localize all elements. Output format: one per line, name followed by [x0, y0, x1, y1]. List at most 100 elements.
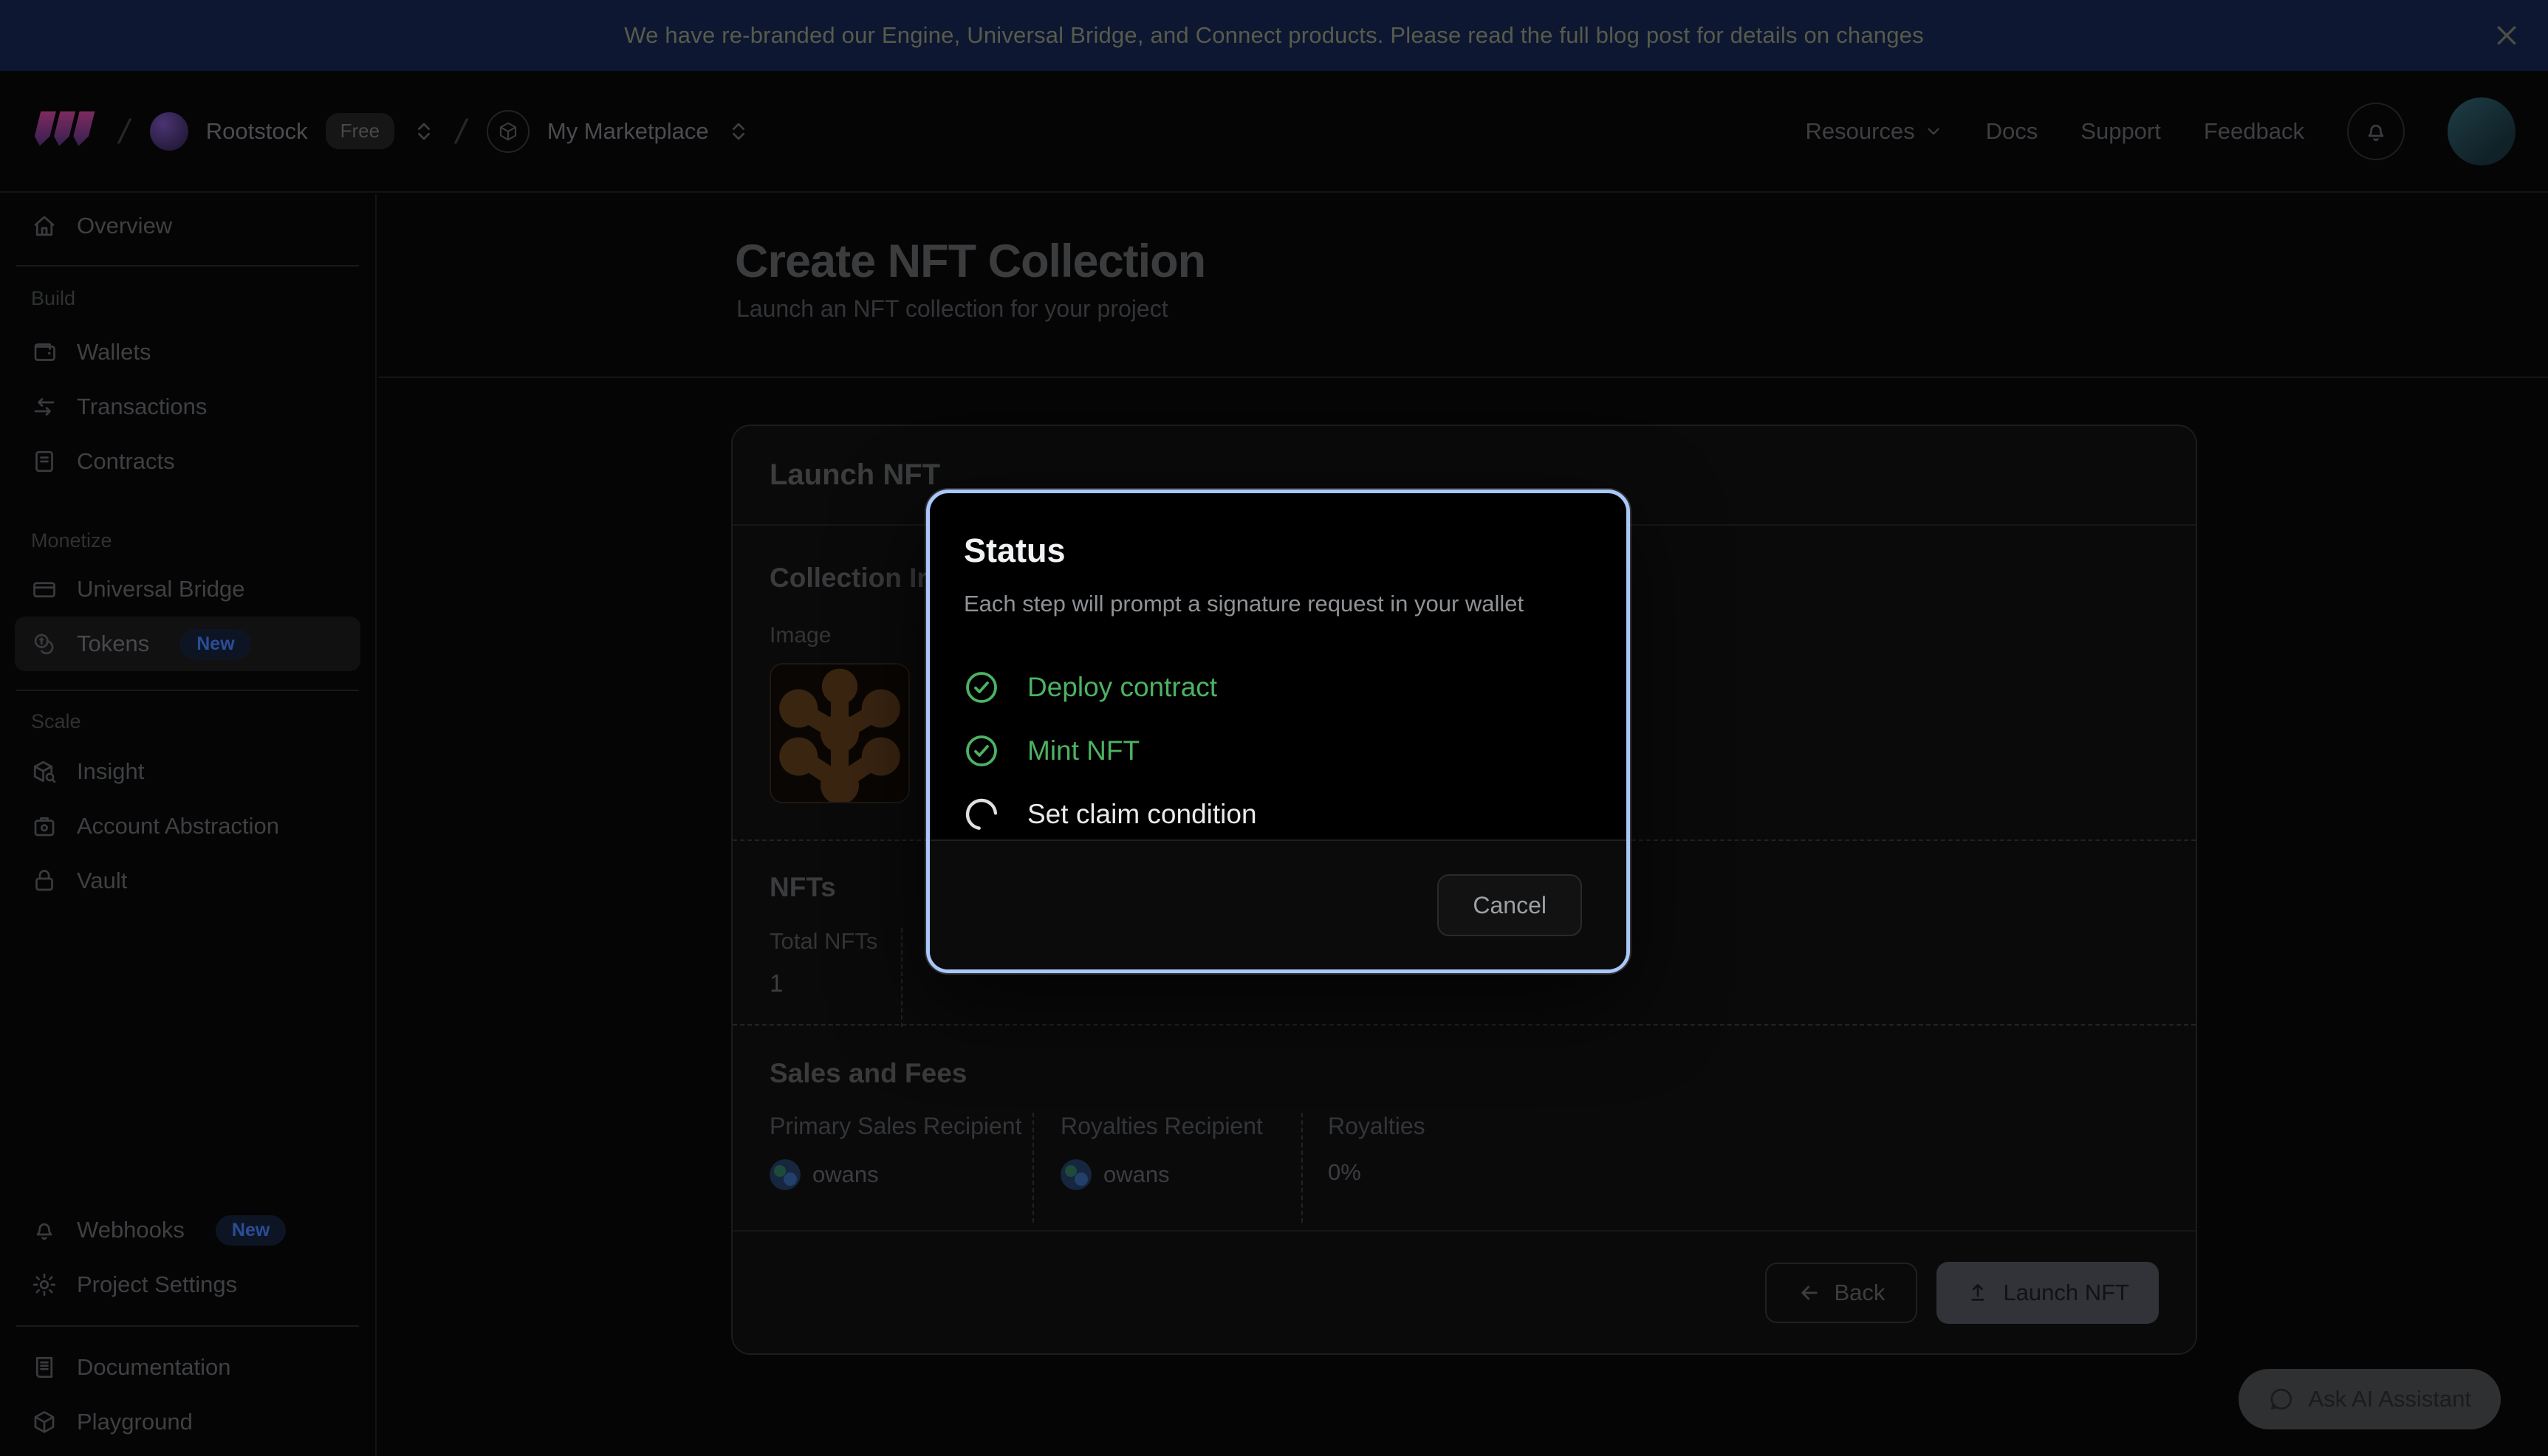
coins-icon	[31, 631, 58, 657]
launch-nft-button[interactable]: Launch NFT	[1936, 1262, 2159, 1324]
close-icon	[2492, 21, 2521, 50]
sidebar-item-label: Project Settings	[77, 1271, 237, 1298]
total-nfts-stat: Total NFTs 1	[770, 928, 903, 1027]
sidebar-item-label: Account Abstraction	[77, 813, 279, 839]
sidebar-item-label: Wallets	[77, 339, 151, 365]
modal-footer: Cancel	[930, 839, 1626, 969]
total-nfts-label: Total NFTs	[770, 928, 901, 955]
org-name[interactable]: Rootstock	[206, 118, 308, 145]
sidebar-item-label: Playground	[77, 1409, 193, 1435]
org-switcher-chevrons-icon[interactable]	[412, 120, 436, 143]
sidebar-item-insight[interactable]: Insight	[15, 744, 360, 799]
check-circle-icon	[964, 670, 999, 705]
sidebar-item-universal-bridge[interactable]: Universal Bridge	[15, 562, 360, 617]
total-nfts-value: 1	[770, 969, 901, 997]
ask-ai-assistant-label: Ask AI Assistant	[2308, 1386, 2471, 1412]
wallet-icon	[31, 339, 58, 365]
sidebar-item-project-settings[interactable]: Project Settings	[15, 1257, 360, 1312]
sidebar-item-label: Documentation	[77, 1354, 231, 1381]
nav-docs[interactable]: Docs	[1986, 118, 2038, 145]
sidebar-item-overview[interactable]: Overview	[15, 199, 360, 253]
nav-resources[interactable]: Resources	[1805, 118, 1942, 145]
breadcrumb-separator: /	[112, 111, 136, 151]
check-circle-icon	[964, 733, 999, 769]
sidebar-item-contracts[interactable]: Contracts	[15, 434, 360, 489]
recipient-avatar	[770, 1159, 801, 1190]
status-modal: Status Each step will prompt a signature…	[926, 490, 1630, 973]
header-nav: Resources Docs Support Feedback	[1805, 97, 2516, 165]
chevron-down-icon	[1924, 122, 1943, 141]
bell-icon	[2363, 118, 2389, 145]
breadcrumb: / Rootstock Free / My Marketplace	[32, 109, 750, 154]
royalties-recipient-value: owans	[1103, 1161, 1170, 1188]
step-deploy-contract: Deploy contract	[964, 656, 1592, 719]
nft-collection-image	[770, 663, 910, 803]
user-avatar[interactable]	[2448, 97, 2516, 165]
announcement-banner: We have re-branded our Engine, Universal…	[0, 0, 2548, 71]
page-subtitle: Launch an NFT collection for your projec…	[736, 295, 1168, 323]
step-label: Mint NFT	[1027, 735, 1140, 766]
sidebar-item-vault[interactable]: Vault	[15, 854, 360, 908]
launch-button-label: Launch NFT	[2003, 1280, 2129, 1306]
arrow-left-icon	[1798, 1281, 1821, 1305]
step-mint-nft: Mint NFT	[964, 719, 1592, 783]
primary-sales-value: owans	[812, 1161, 879, 1188]
sidebar-item-documentation[interactable]: Documentation	[15, 1340, 360, 1395]
cancel-button[interactable]: Cancel	[1437, 874, 1582, 936]
banner-close-button[interactable]	[2487, 16, 2526, 55]
card-icon	[31, 576, 58, 602]
sidebar-item-label: Transactions	[77, 394, 207, 420]
page-head-divider	[378, 377, 2548, 378]
royalties-label: Royalties	[1328, 1113, 1425, 1140]
sidebar-item-webhooks[interactable]: Webhooks New	[15, 1203, 360, 1257]
announcement-text: We have re-branded our Engine, Universal…	[624, 22, 1924, 49]
royalties-recipient-label: Royalties Recipient	[1061, 1113, 1301, 1140]
nav-resources-label: Resources	[1805, 118, 1914, 145]
sidebar-item-wallets[interactable]: Wallets	[15, 325, 360, 380]
nav-feedback[interactable]: Feedback	[2204, 118, 2304, 145]
sidebar-item-transactions[interactable]: Transactions	[15, 380, 360, 434]
app-header: / Rootstock Free / My Marketplace Resour…	[0, 71, 2548, 193]
back-button[interactable]: Back	[1765, 1263, 1918, 1323]
nav-support[interactable]: Support	[2080, 118, 2161, 145]
royalties-recipient-col: Royalties Recipient owans	[1034, 1113, 1303, 1223]
thirdweb-dashboard: We have re-branded our Engine, Universal…	[0, 0, 2548, 1456]
status-steps: Deploy contract Mint NFT Set claim condi…	[964, 656, 1592, 846]
notifications-button[interactable]	[2347, 103, 2405, 160]
document-icon	[31, 448, 58, 475]
webhook-bell-icon	[31, 1217, 58, 1243]
breadcrumb-separator: /	[449, 111, 473, 151]
sidebar-item-label: Contracts	[77, 448, 175, 475]
sidebar-item-label: Tokens	[77, 631, 149, 657]
lock-icon	[31, 868, 58, 894]
project-cube-icon	[487, 110, 530, 153]
sidebar-item-label: Overview	[77, 213, 172, 239]
back-button-label: Back	[1835, 1280, 1886, 1306]
recipient-avatar	[1061, 1159, 1092, 1190]
sidebar-item-playground[interactable]: Playground	[15, 1395, 360, 1449]
briefcase-icon	[31, 813, 58, 839]
sales-fees-section: Sales and Fees Primary Sales Recipient o…	[733, 1027, 2196, 1232]
sidebar-divider	[16, 690, 359, 691]
sidebar-section-scale: Scale	[15, 710, 360, 733]
primary-sales-col: Primary Sales Recipient owans	[770, 1113, 1034, 1223]
spinner-icon	[964, 797, 999, 832]
step-set-claim-condition: Set claim condition	[964, 783, 1592, 846]
ask-ai-assistant-button[interactable]: Ask AI Assistant	[2239, 1369, 2501, 1429]
sidebar-section-monetize: Monetize	[15, 529, 360, 552]
sidebar-item-account-abstraction[interactable]: Account Abstraction	[15, 799, 360, 854]
primary-sales-label: Primary Sales Recipient	[770, 1113, 1032, 1140]
upload-icon	[1966, 1281, 1990, 1305]
box-search-icon	[31, 758, 58, 785]
thirdweb-logo[interactable]	[32, 109, 99, 154]
project-name[interactable]: My Marketplace	[547, 118, 709, 145]
sidebar-bottom: Webhooks New Project Settings Documentat…	[15, 1203, 360, 1449]
gear-icon	[31, 1271, 58, 1298]
home-icon	[31, 213, 58, 239]
modal-subtitle: Each step will prompt a signature reques…	[964, 591, 1592, 617]
plan-badge: Free	[326, 113, 394, 149]
project-switcher-chevrons-icon[interactable]	[727, 120, 750, 143]
sidebar-item-tokens[interactable]: Tokens New	[15, 617, 360, 671]
sidebar-divider	[16, 1325, 359, 1327]
sidebar-item-label: Webhooks	[77, 1217, 185, 1243]
